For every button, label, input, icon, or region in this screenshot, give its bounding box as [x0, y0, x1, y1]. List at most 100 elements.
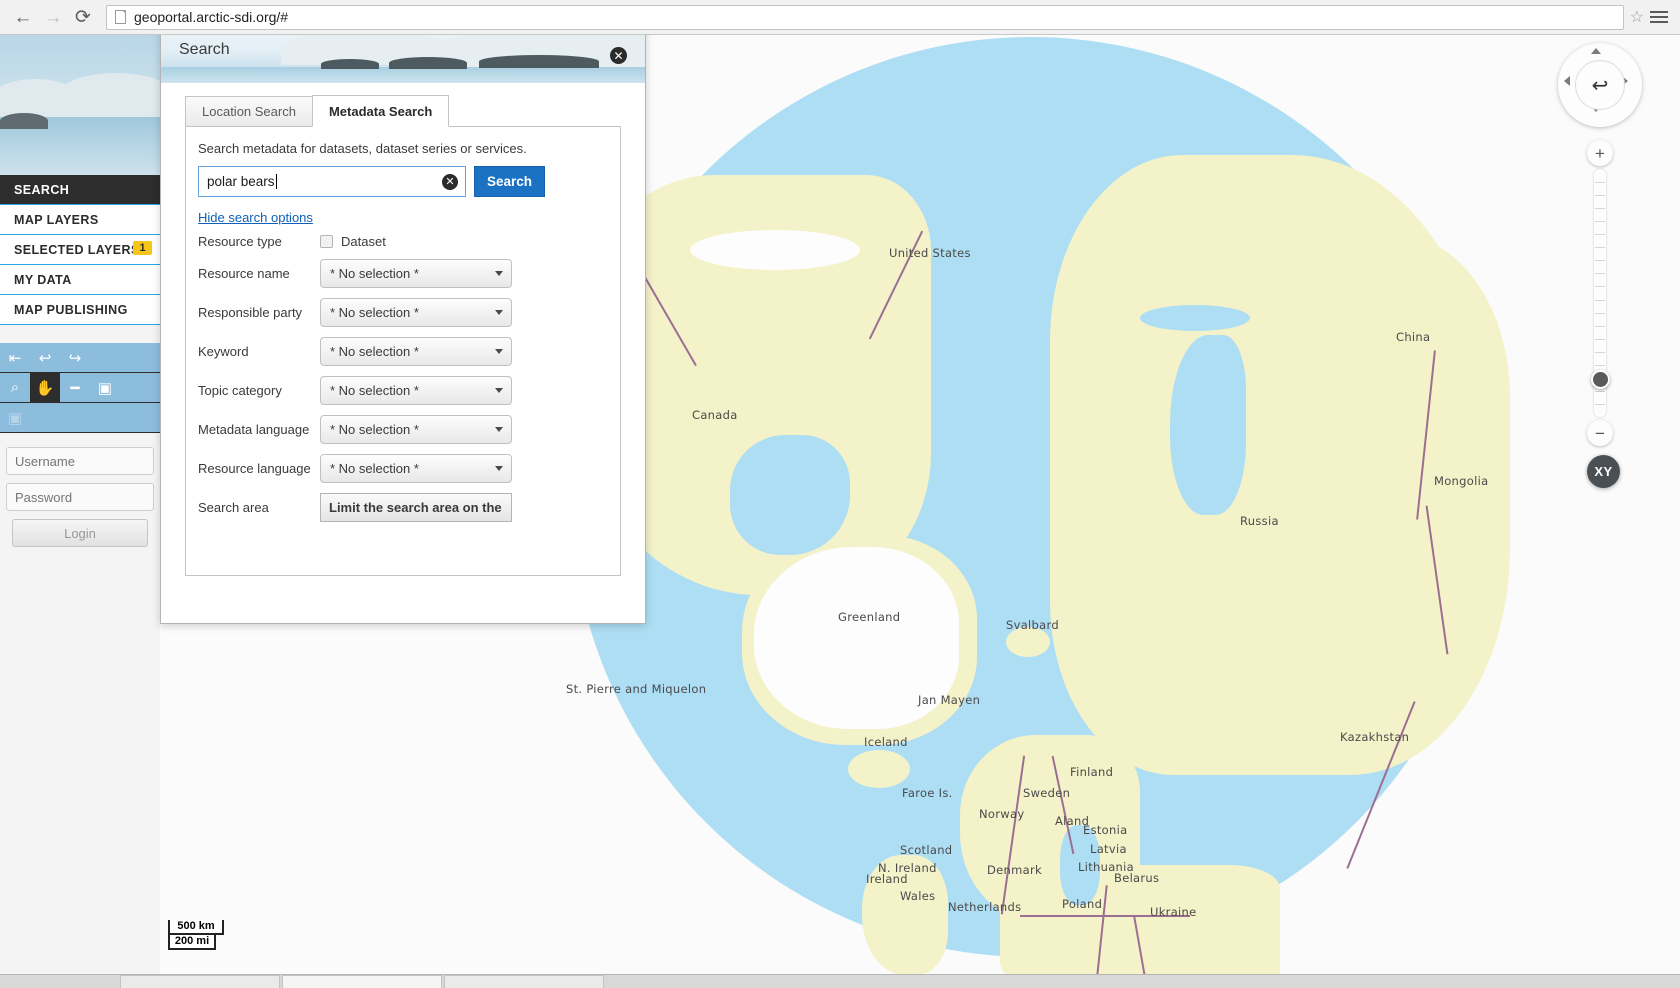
sidebar-navigation: SEARCH MAP LAYERS SELECTED LAYERS 1 MY DATA M… [0, 175, 160, 325]
search-input[interactable]: polar bears ✕ [198, 166, 466, 197]
clear-search-icon[interactable]: ✕ [442, 174, 458, 190]
reset-view-icon[interactable]: ↩ [1575, 60, 1625, 110]
resource-type-checkbox-group[interactable]: Dataset [320, 234, 386, 249]
dialog-title: Search [179, 41, 230, 58]
topic-category-select[interactable]: * No selection * [320, 376, 512, 405]
option-row: Metadata language * No selection * [198, 415, 608, 444]
zoom-tick [1595, 326, 1605, 327]
zoom-slider-handle[interactable] [1591, 370, 1610, 389]
landmass-europe [1000, 865, 1280, 988]
zoom-tick [1595, 391, 1605, 392]
pan-navigation-control[interactable]: ↩ [1558, 43, 1642, 127]
bookmark-star-icon[interactable]: ☆ [1630, 7, 1644, 27]
zoom-tick [1595, 365, 1605, 366]
select-value: * No selection * [330, 461, 419, 476]
reload-icon[interactable]: ⟳ [68, 2, 98, 32]
responsible-party-select[interactable]: * No selection * [320, 298, 512, 327]
close-icon[interactable]: ✕ [610, 47, 627, 64]
ice-sheet-greenland [754, 547, 959, 729]
sidebar-banner-image [0, 35, 160, 175]
option-label: Resource language [198, 461, 311, 476]
password-input[interactable] [6, 483, 154, 511]
checkbox-icon[interactable] [320, 235, 333, 248]
zoom-box-icon[interactable]: ⌕ [0, 373, 30, 403]
sidebar-item-label: MAP PUBLISHING [14, 302, 128, 317]
hide-search-options-link[interactable]: Hide search options [198, 210, 313, 225]
tab-metadata-search[interactable]: Metadata Search [311, 95, 450, 127]
screenshot-icon[interactable]: ▣ [0, 403, 30, 433]
reset-view-icon[interactable]: ⇤ [0, 343, 30, 373]
option-label: Resource type [198, 234, 282, 249]
zoom-tick [1595, 300, 1605, 301]
back-arrow-icon[interactable]: ← [8, 2, 38, 32]
map-tools-row-capture: ▣ [0, 403, 160, 433]
browser-toolbar: ← → ⟳ geoportal.arctic-sdi.org/# ☆ [0, 0, 1680, 35]
browser-tab[interactable] [444, 975, 604, 988]
search-button[interactable]: Search [474, 166, 546, 197]
measure-distance-icon[interactable]: ━ [60, 373, 90, 403]
undo-icon[interactable]: ↩ [30, 343, 60, 373]
chevron-down-icon [495, 310, 503, 315]
sidebar-divider [0, 325, 160, 343]
sidebar-item-my-data[interactable]: MY DATA [0, 265, 160, 295]
zoom-tick [1595, 234, 1605, 235]
keyword-select[interactable]: * No selection * [320, 337, 512, 366]
option-row: Resource language * No selection * [198, 454, 608, 483]
water-arctic-channel [1140, 305, 1250, 331]
search-options-form: Resource type Dataset Resource name * No se… [198, 234, 608, 522]
zoom-tick [1595, 404, 1605, 405]
landmass-british-isles [862, 855, 948, 975]
zoom-tick [1595, 208, 1605, 209]
sidebar-item-map-publishing[interactable]: MAP PUBLISHING [0, 295, 160, 325]
chevron-down-icon [495, 466, 503, 471]
zoom-tick [1595, 221, 1605, 222]
option-row: Search area Limit the search area on the [198, 493, 608, 522]
xy-coordinates-button[interactable]: XY [1587, 455, 1620, 488]
resource-language-select[interactable]: * No selection * [320, 454, 512, 483]
zoom-out-button[interactable]: − [1587, 420, 1613, 446]
option-row: Topic category * No selection * [198, 376, 608, 405]
resource-name-select[interactable]: * No selection * [320, 259, 512, 288]
zoom-in-button[interactable]: + [1587, 140, 1613, 166]
login-form: Login [0, 433, 160, 547]
sidebar-item-badge: 1 [133, 241, 152, 255]
redo-icon[interactable]: ↪ [60, 343, 90, 373]
option-row: Resource name * No selection * [198, 259, 608, 288]
zoom-tick [1595, 313, 1605, 314]
measure-area-icon[interactable]: ▣ [90, 373, 120, 403]
water-kara-sea [1170, 335, 1246, 515]
option-label: Resource name [198, 266, 290, 281]
text-caret [275, 174, 277, 189]
forward-arrow-icon[interactable]: → [38, 2, 68, 32]
checkbox-label: Dataset [341, 234, 386, 249]
pan-icon[interactable]: ✋ [30, 372, 60, 403]
sidebar-item-map-layers[interactable]: MAP LAYERS [0, 205, 160, 235]
option-label: Topic category [198, 383, 282, 398]
zoom-tick [1595, 286, 1605, 287]
sidebar-item-selected-layers[interactable]: SELECTED LAYERS 1 [0, 235, 160, 265]
metadata-language-select[interactable]: * No selection * [320, 415, 512, 444]
browser-tab[interactable] [282, 975, 442, 988]
browser-tab[interactable] [120, 975, 280, 988]
panel-description: Search metadata for datasets, dataset se… [198, 141, 527, 156]
landmass-iceland [848, 750, 910, 788]
option-row: Responsible party * No selection * [198, 298, 608, 327]
water-baltic-sea [1060, 825, 1100, 905]
tab-location-search[interactable]: Location Search [185, 96, 313, 127]
option-row: Keyword * No selection * [198, 337, 608, 366]
chevron-down-icon [495, 349, 503, 354]
browser-bottom-tab-strip [0, 974, 1680, 988]
username-input[interactable] [6, 447, 154, 475]
limit-search-area-button[interactable]: Limit the search area on the [320, 493, 512, 522]
border-europe-central [1020, 915, 1190, 917]
water-hudson-bay [730, 435, 850, 555]
login-button[interactable]: Login [12, 519, 148, 547]
zoom-tick [1595, 247, 1605, 248]
option-label: Keyword [198, 344, 249, 359]
select-value: * No selection * [330, 305, 419, 320]
address-bar[interactable]: geoportal.arctic-sdi.org/# [106, 4, 1624, 30]
sidebar-item-search[interactable]: SEARCH [0, 175, 160, 205]
dialog-tab-bar: Location Search Metadata Search [185, 95, 621, 127]
address-bar-url: geoportal.arctic-sdi.org/# [134, 9, 289, 25]
hamburger-menu-icon[interactable] [1650, 11, 1668, 23]
